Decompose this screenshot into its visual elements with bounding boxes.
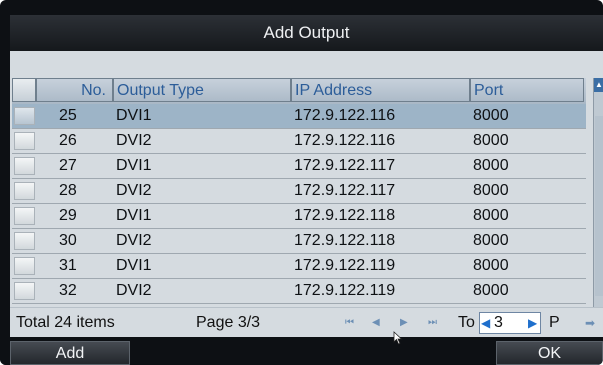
cell-port: 8000 (473, 182, 509, 199)
table-header: No. Output Type IP Address Port (12, 78, 586, 104)
cell-output-type: DVI1 (116, 207, 152, 224)
ok-button[interactable]: OK (496, 341, 603, 365)
total-items-label: Total 24 items (16, 314, 115, 331)
panel-top-strip (10, 51, 603, 78)
cell-port: 8000 (473, 257, 509, 274)
cell-ip-address: 172.9.122.117 (294, 157, 396, 174)
cell-ip-address: 172.9.122.118 (294, 207, 396, 224)
table-row[interactable]: 31 DVI1 172.9.122.119 8000 (12, 254, 586, 279)
cell-port: 8000 (473, 157, 509, 174)
go-arrow-icon[interactable]: ➡ (585, 317, 595, 329)
last-page-icon[interactable]: ⏭ (428, 317, 437, 329)
scroll-thumb[interactable] (595, 116, 603, 296)
page-number-value: 3 (494, 314, 503, 331)
row-select-checkbox[interactable] (14, 232, 35, 250)
row-select-checkbox[interactable] (14, 207, 35, 225)
cell-output-type: DVI1 (116, 157, 152, 174)
column-header-output-type[interactable]: Output Type (113, 78, 291, 102)
scroll-up-arrow-icon[interactable]: ▲ (594, 78, 603, 92)
cell-output-type: DVI2 (116, 282, 152, 299)
page-indicator: Page 3/3 (196, 314, 261, 331)
output-list-panel: No. Output Type IP Address Port 25 DVI1 17… (10, 51, 603, 355)
add-button[interactable]: Add (10, 341, 130, 365)
table-row[interactable]: 32 DVI2 172.9.122.119 8000 (12, 279, 586, 304)
row-select-checkbox[interactable] (14, 107, 35, 125)
cell-ip-address: 172.9.122.119 (294, 282, 396, 299)
cell-ip-address: 172.9.122.118 (294, 232, 396, 249)
cell-port: 8000 (473, 232, 509, 249)
increment-page-icon[interactable]: ▶ (528, 316, 537, 330)
cell-port: 8000 (473, 207, 509, 224)
decrement-page-icon[interactable]: ◀ (481, 316, 490, 330)
column-header-ip-address[interactable]: IP Address (291, 78, 470, 102)
page-suffix-label: P (549, 314, 560, 331)
cell-output-type: DVI1 (116, 107, 152, 124)
previous-page-icon[interactable]: ◀ (372, 317, 380, 329)
select-all-header[interactable] (12, 78, 36, 102)
column-header-no[interactable]: No. (36, 78, 113, 102)
cell-ip-address: 172.9.122.116 (294, 107, 396, 124)
row-select-checkbox[interactable] (14, 182, 35, 200)
go-to-label: To (458, 314, 475, 331)
cell-output-type: DVI2 (116, 232, 152, 249)
cell-ip-address: 172.9.122.116 (294, 132, 396, 149)
cell-ip-address: 172.9.122.119 (294, 257, 396, 274)
row-select-checkbox[interactable] (14, 282, 35, 300)
row-select-checkbox[interactable] (14, 257, 35, 275)
cell-port: 8000 (473, 282, 509, 299)
table-row[interactable]: 29 DVI1 172.9.122.118 8000 (12, 204, 586, 229)
cell-output-type: DVI1 (116, 257, 152, 274)
pagination-bar: Total 24 items Page 3/3 ⏮ ◀ ▶ ⏭ To ◀ 3 ▶… (10, 307, 603, 338)
mouse-cursor-icon (393, 331, 403, 345)
column-header-port[interactable]: Port (470, 78, 584, 102)
table-row[interactable]: 28 DVI2 172.9.122.117 8000 (12, 179, 586, 204)
cell-output-type: DVI2 (116, 182, 152, 199)
dialog-button-bar: Add OK (0, 337, 603, 365)
cell-output-type: DVI2 (116, 132, 152, 149)
cell-ip-address: 172.9.122.117 (294, 182, 396, 199)
table-row[interactable]: 26 DVI2 172.9.122.116 8000 (12, 129, 586, 154)
cell-port: 8000 (473, 132, 509, 149)
table-row[interactable]: 25 DVI1 172.9.122.116 8000 (12, 104, 586, 129)
cell-port: 8000 (473, 107, 509, 124)
dialog-title: Add Output (10, 15, 603, 51)
first-page-icon[interactable]: ⏮ (345, 317, 354, 329)
row-select-checkbox[interactable] (14, 132, 35, 150)
row-select-checkbox[interactable] (14, 157, 35, 175)
table-row[interactable]: 30 DVI2 172.9.122.118 8000 (12, 229, 586, 254)
page-number-input[interactable]: ◀ 3 ▶ (479, 312, 541, 334)
add-output-dialog: Add Output No. Output Type IP Address Po… (0, 0, 603, 365)
next-page-icon[interactable]: ▶ (400, 317, 408, 329)
table-row[interactable]: 27 DVI1 172.9.122.117 8000 (12, 154, 586, 179)
vertical-scrollbar[interactable]: ▲ ▼ (593, 78, 603, 328)
